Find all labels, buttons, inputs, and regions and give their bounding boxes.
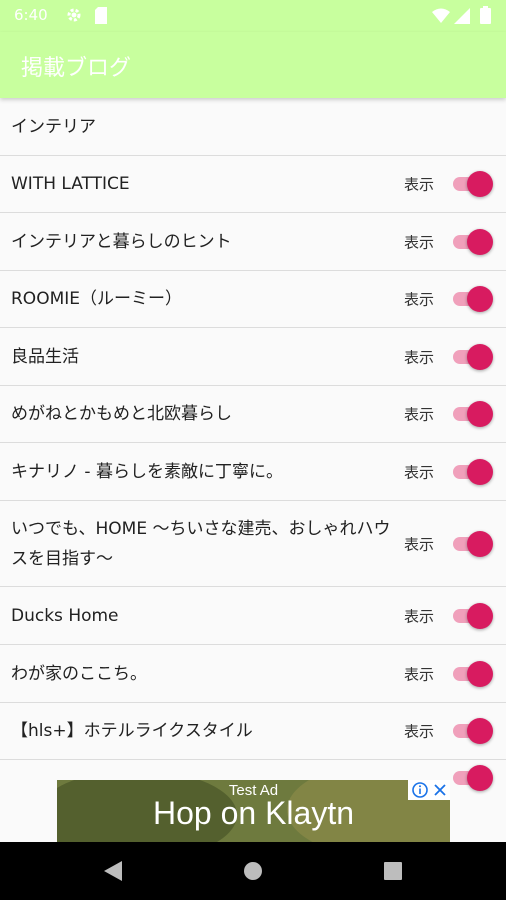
show-toggle[interactable] — [451, 602, 493, 629]
list-item[interactable]: インテリアと暮らしのヒント 表示 — [0, 213, 506, 271]
blog-name: ROOMIE（ルーミー） — [11, 289, 182, 309]
blog-name: いつでも、HOME 〜ちいさな建売、おしゃれハウスを目指す〜 — [11, 518, 391, 569]
blog-name: めがねとかもめと北欧暮らし — [11, 404, 232, 424]
battery-icon — [480, 6, 491, 24]
show-label: 表示 — [404, 233, 435, 251]
list-item[interactable]: わが家のここち。 表示 — [0, 645, 506, 703]
list-item[interactable]: Ducks Home 表示 — [0, 587, 506, 645]
show-toggle[interactable] — [451, 171, 493, 197]
blog-name: キナリノ - 暮らしを素敵に丁寧に。 — [11, 461, 283, 482]
list-item[interactable]: めがねとかもめと北欧暮らし 表示 — [0, 386, 506, 443]
status-bar: 6:40 — [0, 0, 506, 32]
info-icon[interactable] — [410, 780, 430, 800]
show-label: 表示 — [404, 405, 435, 424]
blog-name: わが家のここち。 — [11, 663, 147, 684]
show-label: 表示 — [404, 607, 435, 625]
category-label: インテリア — [11, 116, 96, 137]
show-toggle[interactable] — [451, 660, 493, 687]
show-toggle[interactable] — [451, 401, 493, 427]
show-label: 表示 — [404, 535, 435, 553]
back-icon[interactable] — [103, 860, 123, 882]
app-bar: 掲載ブログ — [0, 32, 506, 98]
ad-choices[interactable] — [408, 780, 450, 800]
show-label: 表示 — [404, 463, 435, 481]
show-toggle[interactable] — [451, 458, 493, 485]
blog-name: Ducks Home — [11, 605, 119, 626]
blog-name: インテリアと暮らしのヒント — [11, 231, 232, 252]
wifi-icon — [432, 8, 450, 23]
show-label: 表示 — [404, 348, 435, 366]
show-toggle[interactable] — [451, 228, 493, 255]
show-label: 表示 — [404, 290, 435, 309]
blog-name: 良品生活 — [11, 346, 79, 367]
signal-icon — [454, 8, 470, 24]
blog-name: WITH LATTICE — [11, 174, 130, 194]
category-header: インテリア — [0, 98, 506, 156]
list-item[interactable]: キナリノ - 暮らしを素敵に丁寧に。 表示 — [0, 443, 506, 501]
home-icon[interactable] — [243, 861, 263, 881]
list-item[interactable]: WITH LATTICE 表示 — [0, 156, 506, 213]
show-toggle[interactable] — [451, 765, 493, 791]
sd-card-icon — [95, 7, 107, 24]
show-toggle[interactable] — [451, 343, 493, 370]
list-item[interactable]: 良品生活 表示 — [0, 328, 506, 386]
blog-name: 【hls+】ホテルライクスタイル — [11, 721, 253, 741]
settings-icon — [67, 8, 81, 22]
close-icon[interactable] — [430, 780, 450, 800]
recents-icon[interactable] — [384, 862, 402, 880]
status-time: 6:40 — [14, 6, 48, 24]
show-label: 表示 — [404, 665, 435, 683]
show-toggle[interactable] — [451, 718, 493, 744]
navigation-bar — [0, 842, 506, 900]
show-label: 表示 — [404, 722, 435, 741]
show-label: 表示 — [404, 175, 435, 194]
show-toggle[interactable] — [451, 286, 493, 312]
page-title: 掲載ブログ — [21, 56, 132, 81]
ad-banner[interactable]: Test Ad Hop on Klaytn — [57, 780, 450, 842]
list-item[interactable]: 【hls+】ホテルライクスタイル 表示 — [0, 703, 506, 760]
ad-headline: Hop on Klaytn — [152, 795, 354, 831]
list-item[interactable]: いつでも、HOME 〜ちいさな建売、おしゃれハウスを目指す〜 表示 — [0, 501, 506, 587]
list-item[interactable]: ROOMIE（ルーミー） 表示 — [0, 271, 506, 328]
blog-list[interactable]: インテリア WITH LATTICE 表示 インテリアと暮らしのヒント 表示 R… — [0, 98, 506, 842]
show-toggle[interactable] — [451, 530, 493, 557]
